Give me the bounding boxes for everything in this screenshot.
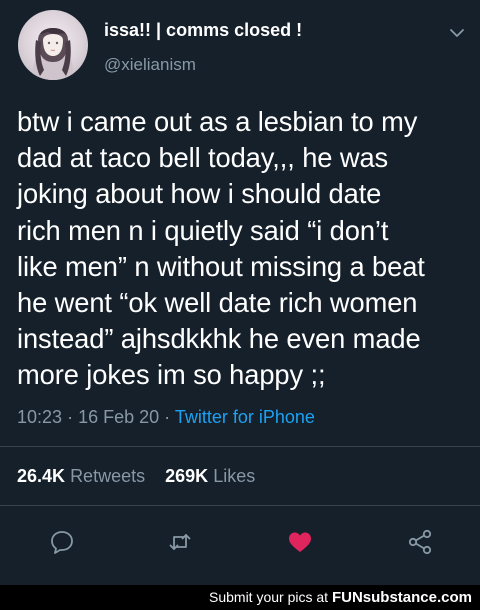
footer-text: Submit your pics at FUNsubstance.com — [209, 589, 472, 606]
likes-count: 269K — [165, 466, 209, 486]
meta-separator-2: · — [164, 407, 171, 427]
likes-stat[interactable]: 269K Likes — [165, 466, 255, 486]
action-bar — [0, 520, 480, 560]
tweet-text: btw i came out as a lesbian to my dad at… — [17, 106, 425, 391]
chevron-down-icon[interactable] — [448, 24, 466, 42]
tweet-card: issa!! | comms closed ! @xielianism btw … — [0, 0, 480, 585]
tweet-metadata: 10:23 · 16 Feb 20 · Twitter for iPhone — [17, 407, 315, 428]
display-name[interactable]: issa!! | comms closed ! — [104, 20, 302, 41]
tweet-time: 10:23 — [17, 407, 63, 427]
tweet-date: 16 Feb 20 — [78, 407, 160, 427]
retweets-count: 26.4K — [17, 466, 66, 486]
brand-part-3: .com — [436, 589, 472, 606]
meta-separator: · — [67, 407, 74, 427]
retweet-icon[interactable] — [166, 528, 194, 556]
tweet-source-link[interactable]: Twitter for iPhone — [175, 407, 315, 427]
share-icon[interactable] — [406, 528, 434, 556]
brand-part-1: FUN — [331, 589, 363, 606]
tweet-stats: 26.4K Retweets 269K Likes — [17, 466, 255, 487]
username-handle[interactable]: @xielianism — [104, 55, 196, 75]
footer-caption: Submit your pics at — [209, 589, 329, 605]
reply-icon[interactable] — [48, 528, 76, 556]
retweets-stat[interactable]: 26.4K Retweets — [17, 466, 150, 486]
likes-label: Likes — [213, 466, 256, 486]
watermark-footer: Submit your pics at FUNsubstance.com — [0, 585, 480, 610]
footer-brand[interactable]: FUNsubstance.com — [332, 589, 472, 606]
retweets-label: Retweets — [70, 466, 146, 486]
avatar-illustration — [32, 28, 74, 80]
avatar[interactable] — [18, 10, 88, 80]
heart-icon[interactable] — [286, 528, 314, 556]
brand-part-2: substance — [362, 589, 437, 606]
divider — [0, 505, 480, 506]
divider — [0, 446, 480, 447]
